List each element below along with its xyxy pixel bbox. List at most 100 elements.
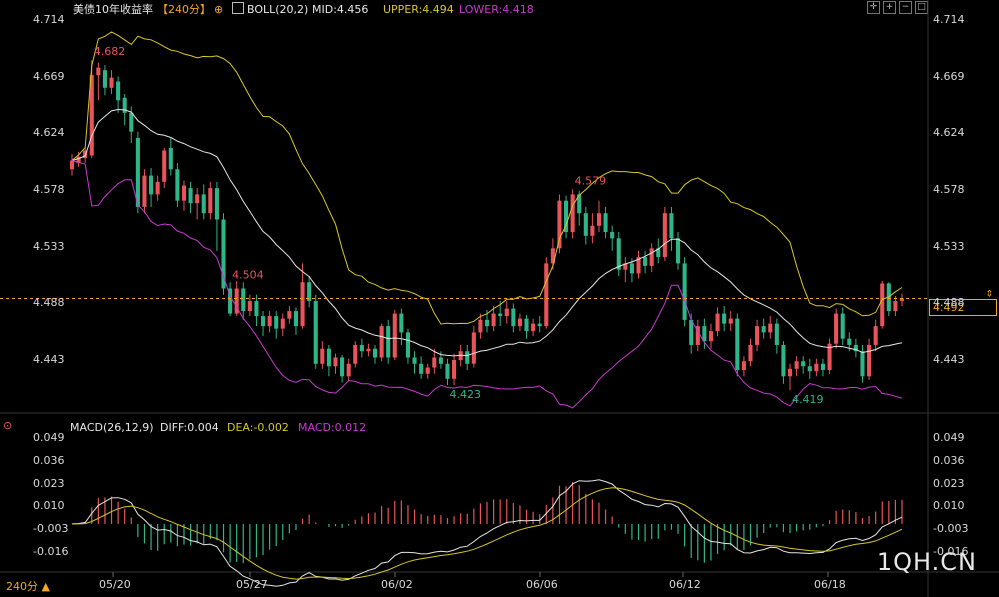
macd-tick-left: 0.036 <box>33 453 65 467</box>
candle-body <box>372 348 378 358</box>
candle-body <box>893 301 898 312</box>
date-tick: 06/18 <box>814 578 846 591</box>
candle-body <box>544 263 549 327</box>
price-tick-right: 4.669 <box>933 69 965 83</box>
annotation-high2: 4.579 <box>575 174 607 187</box>
candle-body <box>379 326 384 358</box>
candle-body <box>610 232 615 239</box>
candle-body <box>755 326 760 345</box>
candle-body <box>531 323 536 332</box>
candle-body <box>195 194 200 204</box>
macd-tick-right: 0.036 <box>933 453 965 467</box>
candle-body <box>807 366 812 372</box>
price-tick-right: 4.533 <box>933 239 965 253</box>
candle-body <box>254 301 259 317</box>
macd-tick-left: -0.003 <box>33 522 69 536</box>
candle-body <box>214 188 219 220</box>
candle-body <box>102 70 107 88</box>
candle-body <box>728 318 733 324</box>
candle-body <box>748 344 753 362</box>
candle-body <box>359 344 364 352</box>
candle-body <box>452 360 457 379</box>
candle-body <box>260 316 266 327</box>
candle-body <box>366 348 371 352</box>
candle-body <box>715 313 720 332</box>
candle-body <box>419 363 424 374</box>
candle-body <box>149 175 154 195</box>
macd-tick-right: -0.016 <box>933 545 969 558</box>
candle-body <box>208 188 213 214</box>
candle-body <box>274 316 279 329</box>
candle-body <box>69 160 75 170</box>
candle-body <box>188 188 193 204</box>
candle-body <box>708 331 714 342</box>
price-tick-left: 4.624 <box>33 126 65 140</box>
macd-tick-right: 0.049 <box>933 431 965 444</box>
annotation-high1: 4.682 <box>94 45 126 58</box>
candle-body <box>346 363 351 377</box>
macd-tick-left: 0.023 <box>33 476 65 490</box>
candle-body <box>386 326 391 358</box>
date-tick: 05/27 <box>236 578 268 591</box>
candle-body <box>761 326 766 333</box>
candle-body <box>537 323 542 327</box>
candle-body <box>293 311 299 327</box>
candle-body <box>498 313 503 317</box>
candle-body <box>399 313 404 333</box>
annotation-high3: 4.504 <box>232 268 264 281</box>
candle-body <box>353 344 358 364</box>
candle-body <box>425 367 430 374</box>
candle-body <box>175 169 180 201</box>
candle-body <box>247 301 252 312</box>
price-tick-left: 4.533 <box>33 239 65 253</box>
candle-body <box>517 318 522 327</box>
candle-body <box>596 213 602 226</box>
candle-body <box>616 238 621 270</box>
candle-body <box>583 213 588 236</box>
candle-body <box>313 301 318 364</box>
candle-body <box>340 357 345 377</box>
candle-body <box>504 308 509 317</box>
price-tick-left: 4.669 <box>33 69 65 83</box>
candle-body <box>649 248 654 266</box>
candle-body <box>162 150 167 182</box>
period-selector[interactable]: 240分 ▲ <box>6 580 50 594</box>
candle-body <box>781 344 786 377</box>
candle-body <box>814 363 819 372</box>
price-tick-right: 4.443 <box>933 353 965 366</box>
macd-tick-right: 0.010 <box>933 499 965 513</box>
date-tick: 06/02 <box>381 578 413 591</box>
candle-body <box>155 181 160 195</box>
candle-body <box>142 175 147 207</box>
candle-body <box>168 147 173 170</box>
candle-body <box>405 332 410 358</box>
annotation-low2: 4.419 <box>792 393 824 406</box>
candle-body <box>570 194 575 233</box>
price-tick-right: 4.578 <box>933 183 965 196</box>
candle-body <box>484 319 490 327</box>
chart-window: 美债10年收益率 【240分】 ⊕ BOLL(20,2) MID:4.456 U… <box>0 0 999 597</box>
candle-body <box>590 225 595 236</box>
price-chart[interactable]: ⇕4.6824.5794.5044.423 4.419 <box>0 0 999 597</box>
date-tick: 06/06 <box>526 578 558 591</box>
macd-tick-right: 0.023 <box>933 476 965 490</box>
date-tick: 05/20 <box>99 578 131 591</box>
candle-body <box>847 338 852 345</box>
candle-body <box>201 194 206 214</box>
price-tick-left: 4.488 <box>33 296 65 310</box>
candle-body <box>741 361 746 371</box>
candle-body <box>280 318 285 329</box>
candle-body <box>432 357 437 368</box>
candle-body <box>392 313 397 358</box>
candle-body <box>873 326 878 345</box>
candle-body <box>491 313 496 327</box>
candle-body <box>326 348 331 367</box>
price-tick-right: 4.624 <box>933 126 965 140</box>
candle-body <box>787 368 793 377</box>
candle-body <box>880 283 885 327</box>
candle-body <box>643 257 648 266</box>
annotation-low1: 4.423 <box>449 388 481 401</box>
candle-body <box>96 67 101 76</box>
candle-body <box>702 326 707 342</box>
price-tick-left: 4.714 <box>33 13 65 26</box>
